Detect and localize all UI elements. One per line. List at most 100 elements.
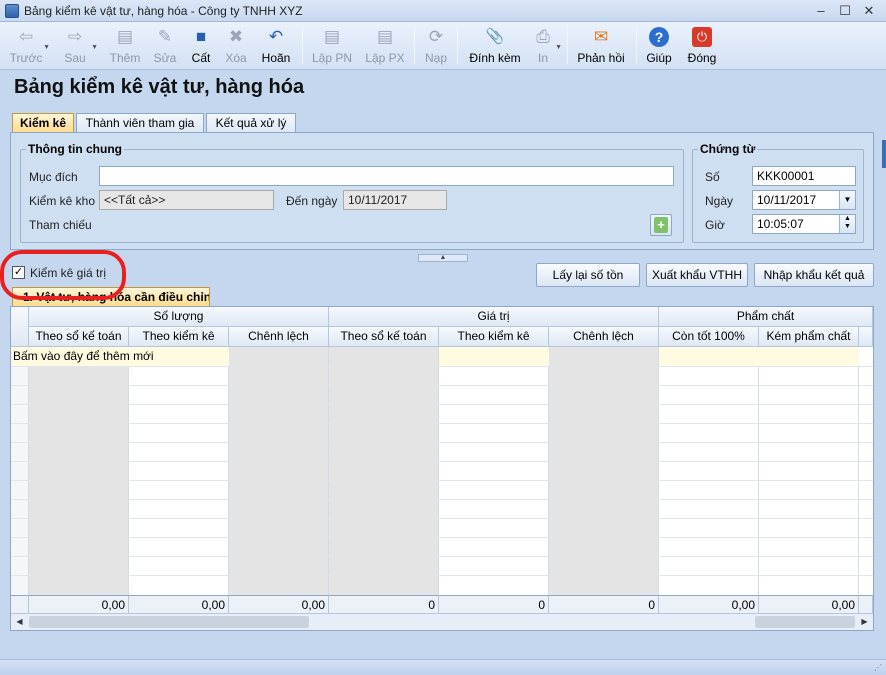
general-info-title: Thông tin chung	[26, 142, 124, 156]
refresh-icon: ⟳	[428, 27, 444, 46]
footer-extra	[859, 595, 873, 613]
undo-button[interactable]: ↶ Hoãn	[256, 22, 296, 70]
chevron-down-icon[interactable]: ▼	[839, 191, 855, 209]
print-button[interactable]: ⎙ In ▼	[528, 22, 562, 70]
export-items-button[interactable]: Xuất khẩu VTHH	[646, 263, 748, 287]
side-scroll-indicator[interactable]	[882, 140, 886, 168]
resize-grip-icon[interactable]: ⋰	[874, 663, 884, 673]
toolbar-separator	[302, 28, 303, 64]
voucher-title: Chứng từ	[698, 142, 758, 156]
voucher-date-input[interactable]: 10/11/2017 ▼	[752, 190, 856, 210]
reference-label: Tham chiếu	[29, 218, 92, 232]
import-results-button[interactable]: Nhập khẩu kết quả	[754, 263, 874, 287]
footer-total: 0,00	[129, 595, 229, 613]
items-grid: Bấm vào đây để thêm mới Số lượng Giá trị…	[10, 306, 874, 631]
reload-stock-button[interactable]: Lấy lại số tồn	[536, 263, 640, 287]
footer-total: 0	[329, 595, 439, 613]
feedback-button[interactable]: ✉ Phản hồi	[574, 22, 628, 70]
new-row-hint[interactable]: Bấm vào đây để thêm mới	[13, 349, 154, 363]
to-date-label: Đến ngày	[286, 194, 338, 208]
column-header[interactable]: Chênh lệch	[229, 327, 329, 347]
maximize-button[interactable]: ☐	[832, 2, 858, 20]
receipt-icon: ▤	[323, 27, 341, 46]
create-receipt-button[interactable]: ▤ Lập PN	[308, 22, 356, 70]
footer-total: 0,00	[229, 595, 329, 613]
help-button[interactable]: ? Giúp	[642, 22, 676, 70]
save-button[interactable]: ■ Cất	[185, 22, 217, 70]
scroll-right-icon[interactable]: ▶	[856, 614, 873, 630]
time-spinner[interactable]: ▲ ▼	[839, 215, 855, 233]
toolbar-separator	[414, 28, 415, 64]
prev-button[interactable]: ⇦ Trước ▼	[6, 22, 50, 70]
column-header[interactable]: Theo sổ kế toán	[329, 327, 439, 347]
new-row-cell[interactable]	[439, 347, 549, 366]
power-icon: ⏻	[692, 27, 712, 47]
arrow-right-icon: ⇨	[67, 27, 83, 46]
footer-total: 0	[549, 595, 659, 613]
warehouse-field: <<Tất cả>>	[99, 190, 274, 210]
add-button[interactable]: ▤ Thêm	[106, 22, 144, 70]
new-row-cell[interactable]	[659, 347, 859, 366]
column-header-extra	[859, 327, 873, 347]
toolbar-separator	[636, 28, 637, 64]
edit-button[interactable]: ✎ Sửa	[148, 22, 182, 70]
collapse-splitter[interactable]: ▲	[418, 254, 468, 262]
group-header-value: Giá trị	[329, 307, 659, 327]
printer-icon: ⎙	[536, 27, 550, 46]
footer-total: 0,00	[29, 595, 129, 613]
to-date-field: 10/11/2017	[343, 190, 447, 210]
footer-total: 0,00	[759, 595, 859, 613]
create-issue-button[interactable]: ▤ Lập PX	[361, 22, 409, 70]
voucher-date-label: Ngày	[705, 194, 734, 208]
voucher-time-input[interactable]: 10:05:07 ▲ ▼	[752, 214, 856, 234]
next-button[interactable]: ⇨ Sau ▼	[56, 22, 98, 70]
tab-members[interactable]: Thành viên tham gia	[76, 113, 204, 133]
status-bar: ⋰	[0, 659, 886, 675]
help-icon: ?	[649, 27, 669, 47]
paperclip-icon: 📎	[485, 28, 505, 45]
voucher-time-label: Giờ	[705, 218, 725, 232]
delete-button[interactable]: ✖ Xóa	[220, 22, 252, 70]
horizontal-scrollbar[interactable]: ◀ ▶	[11, 613, 873, 630]
column-header[interactable]: Kém phẩm chất	[759, 327, 859, 347]
footer-total: 0	[439, 595, 549, 613]
minimize-button[interactable]: –	[808, 2, 834, 20]
toolbar-separator	[567, 28, 568, 64]
column-header[interactable]: Theo kiểm kê	[129, 327, 229, 347]
envelope-icon: ✉	[593, 27, 609, 46]
row-header-corner	[11, 307, 29, 347]
undo-icon: ↶	[268, 27, 284, 46]
column-header[interactable]: Còn tốt 100%	[659, 327, 759, 347]
voucher-number-input[interactable]: KKK00001	[752, 166, 856, 186]
column-header[interactable]: Theo kiểm kê	[439, 327, 549, 347]
footer-total: 0,00	[659, 595, 759, 613]
delete-icon: ✖	[228, 27, 244, 46]
add-reference-icon: +	[654, 217, 668, 233]
footer-corner	[11, 595, 29, 613]
tab-inventory[interactable]: Kiểm kê	[12, 113, 74, 134]
add-document-icon: ▤	[116, 27, 134, 46]
group-header-quality: Phẩm chất	[659, 307, 873, 327]
scroll-left-icon[interactable]: ◀	[11, 614, 28, 630]
add-reference-button[interactable]: +	[650, 214, 672, 236]
toolbar-separator	[457, 28, 458, 64]
scroll-thumb-secondary[interactable]	[755, 616, 855, 628]
chevron-down-icon[interactable]: ▼	[43, 44, 50, 51]
arrow-left-icon: ⇦	[18, 27, 34, 46]
column-header[interactable]: Theo sổ kế toán	[29, 327, 129, 347]
column-header[interactable]: Chênh lệch	[549, 327, 659, 347]
reload-button[interactable]: ⟳ Nạp	[419, 22, 453, 70]
purpose-label: Mục đích	[29, 170, 78, 184]
close-form-button[interactable]: ⏻ Đóng	[684, 22, 720, 70]
chevron-down-icon[interactable]: ▼	[91, 44, 98, 51]
attach-button[interactable]: 📎 Đính kèm	[463, 22, 527, 70]
group-header-quantity: Số lượng	[29, 307, 329, 327]
voucher-number-label: Số	[705, 170, 720, 184]
tab-results[interactable]: Kết quả xử lý	[206, 113, 296, 133]
purpose-input[interactable]	[99, 166, 674, 186]
edit-document-icon: ✎	[157, 27, 173, 46]
scroll-thumb[interactable]	[29, 616, 309, 628]
page-title: Bảng kiểm kê vật tư, hàng hóa	[14, 76, 305, 98]
close-button[interactable]: ✕	[856, 2, 882, 20]
chevron-down-icon[interactable]: ▼	[555, 44, 562, 51]
